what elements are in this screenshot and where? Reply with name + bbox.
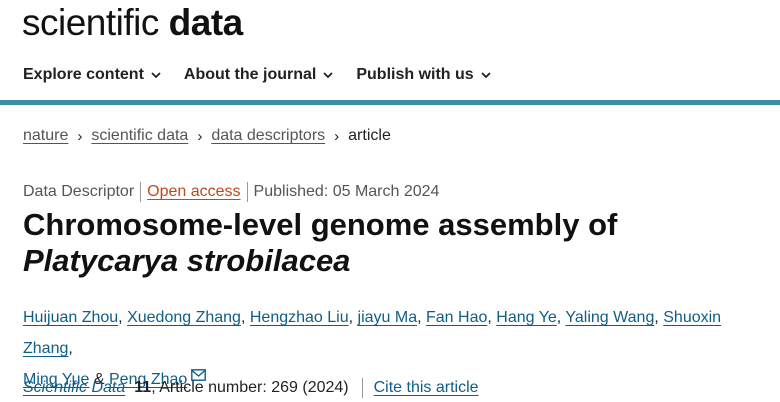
author-comma: , (68, 340, 73, 357)
author-link[interactable]: Fan Hao (426, 309, 487, 326)
nav-item-label: About the journal (183, 66, 317, 83)
article-number: , Article number: 269 (2024) (151, 379, 349, 396)
main-nav: Explore content About the journal Publis… (0, 50, 780, 100)
breadcrumb-separator: › (77, 127, 83, 145)
breadcrumb-scientific-data[interactable]: scientific data (91, 127, 188, 145)
author-comma: , (487, 309, 492, 326)
article-meta: Data Descriptor Open access Published: 0… (23, 182, 439, 202)
journal-link[interactable]: Scientific Data (23, 379, 125, 397)
breadcrumb-nature[interactable]: nature (23, 127, 68, 145)
citation-line: Scientific Data 11, Article number: 269 … (23, 378, 479, 398)
author-link[interactable]: Huijuan Zhou (23, 309, 118, 326)
title-plain: Chromosome-level genome assembly of (23, 207, 618, 242)
chevron-down-icon (323, 72, 333, 79)
breadcrumb-separator: › (334, 127, 340, 145)
author-comma: , (348, 309, 354, 326)
breadcrumb-separator: › (197, 127, 203, 145)
article-type: Data Descriptor (23, 183, 135, 200)
nav-accent-bar (0, 100, 780, 105)
author-link[interactable]: Xuedong Zhang (127, 309, 241, 326)
logo-text-bold: data (168, 2, 244, 43)
title-species: Platycarya strobilacea (23, 243, 351, 278)
meta-divider (246, 182, 248, 202)
author-comma: , (556, 309, 562, 326)
chevron-down-icon (481, 72, 491, 79)
nav-about-the-journal[interactable]: About the journal (184, 66, 333, 84)
author-link[interactable]: Yaling Wang (565, 309, 654, 326)
logo-text-light: scientific (22, 2, 169, 43)
published-date: Published: 05 March 2024 (253, 183, 440, 200)
breadcrumb: nature › scientific data › data descript… (23, 127, 391, 145)
citation-divider (361, 378, 363, 398)
author-comma: , (654, 309, 659, 326)
author-link[interactable]: Hang Ye (496, 309, 557, 326)
open-access-link[interactable]: Open access (147, 183, 240, 201)
author-comma: , (240, 309, 246, 326)
breadcrumb-data-descriptors[interactable]: data descriptors (211, 127, 325, 145)
nav-item-label: Publish with us (356, 66, 474, 83)
journal-logo[interactable]: scientific data (22, 2, 243, 44)
breadcrumb-current-article: article (348, 127, 391, 144)
chevron-down-icon (151, 72, 161, 79)
volume-number: 11 (134, 379, 152, 396)
cite-this-article-link[interactable]: Cite this article (374, 379, 479, 397)
nav-explore-content[interactable]: Explore content (23, 66, 161, 84)
author-comma: , (118, 309, 123, 326)
meta-divider (140, 182, 142, 202)
author-link[interactable]: jiayu Ma (358, 309, 418, 326)
author-link[interactable]: Hengzhao Liu (250, 309, 349, 326)
nav-publish-with-us[interactable]: Publish with us (356, 66, 491, 84)
nav-item-label: Explore content (23, 66, 144, 83)
author-comma: , (417, 309, 422, 326)
article-title: Chromosome-level genome assembly of Plat… (23, 207, 763, 279)
